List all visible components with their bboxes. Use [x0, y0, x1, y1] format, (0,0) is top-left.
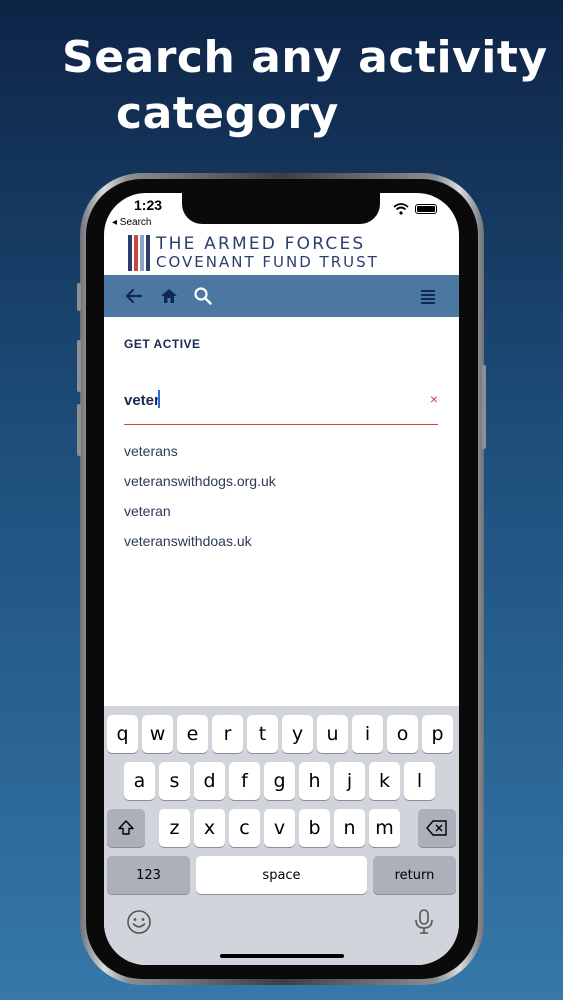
clear-search-icon[interactable]: × [430, 391, 438, 407]
keyboard: q w e r t y u i o p a s d f g h j k l z … [104, 706, 459, 965]
headline-line-2: category [116, 88, 339, 139]
backspace-icon [426, 820, 447, 836]
back-to-search-link[interactable]: ◂ Search [112, 217, 151, 228]
battery-icon [415, 204, 437, 214]
wifi-icon [393, 203, 409, 215]
key-n[interactable]: n [334, 809, 365, 847]
key-g[interactable]: g [264, 762, 295, 800]
emoji-icon[interactable] [126, 909, 152, 935]
key-b[interactable]: b [299, 809, 330, 847]
key-f[interactable]: f [229, 762, 260, 800]
search-field[interactable]: × [124, 385, 438, 425]
key-c[interactable]: c [229, 809, 260, 847]
key-j[interactable]: j [334, 762, 365, 800]
key-r[interactable]: r [212, 715, 243, 753]
key-l[interactable]: l [404, 762, 435, 800]
delete-key[interactable] [418, 809, 456, 847]
space-key[interactable]: space [196, 856, 367, 894]
home-icon[interactable] [159, 286, 179, 306]
phone-screen: 1:23 ◂ Search THE ARMED FORCES COVENANT … [104, 193, 459, 965]
volume-down-button [77, 404, 81, 456]
key-h[interactable]: h [299, 762, 330, 800]
shift-key[interactable] [107, 809, 145, 847]
arrow-left-icon[interactable] [124, 286, 144, 306]
key-w[interactable]: w [142, 715, 173, 753]
key-i[interactable]: i [352, 715, 383, 753]
key-v[interactable]: v [264, 809, 295, 847]
volume-up-button [77, 340, 81, 392]
key-x[interactable]: x [194, 809, 225, 847]
key-t[interactable]: t [247, 715, 278, 753]
menu-icon[interactable] [418, 286, 438, 306]
nav-bar [104, 275, 459, 317]
microphone-icon[interactable] [413, 908, 435, 936]
key-m[interactable]: m [369, 809, 400, 847]
key-d[interactable]: d [194, 762, 225, 800]
silent-switch [77, 283, 81, 311]
power-button [482, 365, 486, 449]
logo-text: THE ARMED FORCES COVENANT FUND TRUST [156, 235, 379, 271]
search-icon[interactable] [193, 286, 213, 306]
suggestion-list: veterans veteranswithdogs.org.uk veteran… [124, 441, 438, 561]
logo-line-1: THE ARMED FORCES [156, 234, 366, 254]
armed-forces-covenant-logo[interactable]: THE ARMED FORCES COVENANT FUND TRUST [128, 235, 428, 271]
suggestion-item[interactable]: veterans [124, 441, 438, 471]
key-q[interactable]: q [107, 715, 138, 753]
headline-line-1: Search any activity [62, 32, 548, 83]
logo-line-2: COVENANT FUND TRUST [156, 253, 379, 271]
key-z[interactable]: z [159, 809, 190, 847]
key-k[interactable]: k [369, 762, 400, 800]
suggestion-item[interactable]: veteranswithdogs.org.uk [124, 471, 438, 501]
key-y[interactable]: y [282, 715, 313, 753]
text-cursor [158, 390, 160, 408]
key-o[interactable]: o [387, 715, 418, 753]
logo-stripe [146, 235, 150, 271]
key-u[interactable]: u [317, 715, 348, 753]
status-time: 1:23 [134, 197, 163, 213]
key-s[interactable]: s [159, 762, 190, 800]
suggestion-item[interactable]: veteran [124, 501, 438, 531]
phone-notch [182, 193, 380, 224]
logo-stripe [128, 235, 132, 271]
home-indicator[interactable] [220, 954, 344, 958]
logo-stripe [134, 235, 138, 271]
key-e[interactable]: e [177, 715, 208, 753]
suggestion-item[interactable]: veteranswithdoas.uk [124, 531, 438, 561]
shift-icon [118, 820, 134, 835]
status-icons [393, 203, 437, 215]
search-input[interactable] [124, 387, 414, 413]
key-p[interactable]: p [422, 715, 453, 753]
key-a[interactable]: a [124, 762, 155, 800]
logo-stripe [140, 235, 144, 271]
numbers-key[interactable]: 123 [107, 856, 190, 894]
return-key[interactable]: return [373, 856, 456, 894]
section-title: GET ACTIVE [124, 337, 201, 351]
